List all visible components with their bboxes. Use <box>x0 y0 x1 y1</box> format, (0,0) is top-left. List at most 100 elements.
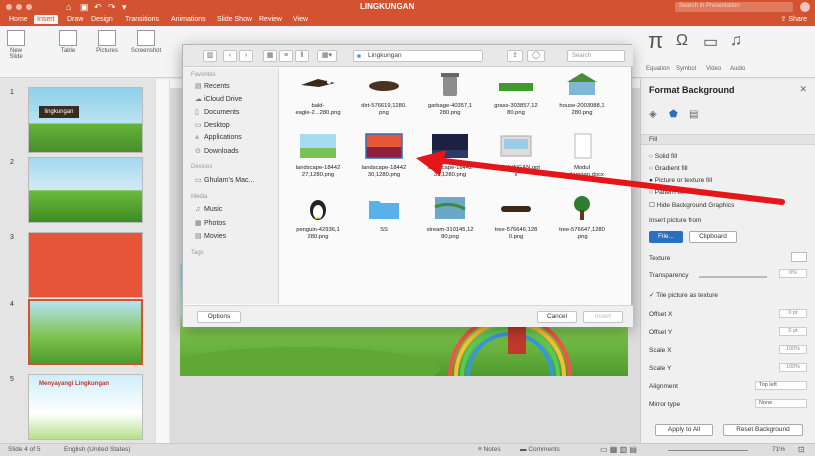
picture-tab-icon[interactable]: ▤ <box>689 109 698 120</box>
sidebar-item-icloud[interactable]: ☁ iCloud Drive <box>195 95 242 103</box>
minimize-window-button[interactable] <box>16 4 22 10</box>
dialog-search-input[interactable]: Search <box>567 50 625 62</box>
equation-icon[interactable]: π <box>648 28 663 54</box>
fill-section-header[interactable]: Fill <box>641 134 815 145</box>
location-select[interactable]: ■ Lingkungan <box>353 50 483 62</box>
effects-tab-icon[interactable]: ⬟ <box>669 109 678 120</box>
tile-checkbox[interactable]: ✓ Tile picture as texture <box>649 291 718 299</box>
file-button[interactable]: File... <box>649 231 683 243</box>
scale-x-field[interactable]: 100% <box>779 345 807 354</box>
new-slide-button[interactable]: New Slide <box>4 30 28 60</box>
zoom-window-button[interactable] <box>26 4 32 10</box>
zoom-slider[interactable] <box>668 450 748 451</box>
sidebar-item-downloads[interactable]: ⊙ Downloads <box>195 147 239 155</box>
tab-view[interactable]: View <box>290 15 311 24</box>
file-name: garbage-40357,1 280.png <box>427 103 473 116</box>
file-item[interactable]: grass-303857,12 80.png <box>487 71 545 117</box>
alignment-select[interactable]: Top left <box>755 381 807 390</box>
clipboard-button[interactable]: Clipboard <box>689 231 737 243</box>
sidebar-item-desktop[interactable]: ▭ Desktop <box>195 121 230 129</box>
table-button[interactable]: Table <box>56 30 80 54</box>
tab-transitions[interactable]: Transitions <box>122 15 162 24</box>
list-view-icon[interactable]: ≡ <box>279 50 293 62</box>
fill-tab-icon[interactable]: ◈ <box>649 109 657 120</box>
file-name: grass-303857,12 80.png <box>494 103 538 116</box>
transparency-field[interactable]: 0% <box>779 269 807 278</box>
table-icon <box>59 30 77 46</box>
user-avatar[interactable] <box>800 2 810 12</box>
transparency-slider[interactable] <box>699 276 767 278</box>
zoom-level[interactable]: 71% <box>772 446 785 453</box>
options-button[interactable]: Options <box>197 311 241 323</box>
share-button[interactable]: ⇪ Share <box>781 15 808 23</box>
redo-icon[interactable]: ↷ <box>108 2 116 13</box>
thumb-number: 1 <box>10 89 14 96</box>
cancel-button[interactable]: Cancel <box>537 311 577 323</box>
reset-background-button[interactable]: Reset Background <box>723 424 803 436</box>
share-icon[interactable]: ⇪ <box>507 50 523 62</box>
slide-thumbnail-2[interactable] <box>28 157 143 223</box>
tab-animations[interactable]: Animations <box>168 15 209 24</box>
offset-x-field[interactable]: 0 pt <box>779 309 807 318</box>
symbol-icon[interactable]: Ω <box>676 32 688 50</box>
comments-button[interactable]: ▬ Comments <box>520 446 560 453</box>
close-icon[interactable]: ✕ <box>799 84 807 95</box>
screenshot-button[interactable]: Screenshot <box>126 30 166 54</box>
search-presentation-input[interactable]: Search in Presentation <box>675 2 793 12</box>
file-item[interactable]: SS <box>355 195 413 234</box>
notes-button[interactable]: ≡ Notes <box>478 446 501 453</box>
sidebar-toggle-icon[interactable]: ▥ <box>203 50 217 62</box>
close-window-button[interactable] <box>6 4 12 10</box>
dialog-sidebar: Favorites ▤ Recents ☁ iCloud Drive ▯ Docume… <box>183 68 279 304</box>
texture-label: Texture <box>649 255 671 262</box>
mirror-select[interactable]: None <box>755 399 807 408</box>
sidebar-item-movies[interactable]: ▤ Movies <box>195 232 226 240</box>
file-item[interactable]: bald- eagle-2...280.png <box>289 71 347 117</box>
slide-thumbnail-3[interactable] <box>28 232 143 298</box>
sidebar-item-music[interactable]: ♫ Music <box>195 206 222 213</box>
desktop-icon: ▭ <box>195 122 202 129</box>
texture-picker[interactable] <box>791 252 807 262</box>
tab-insert[interactable]: Insert <box>34 15 58 24</box>
scale-y-field[interactable]: 100% <box>779 363 807 372</box>
file-item[interactable]: house-2003088,1 280.png <box>553 71 611 117</box>
insert-button[interactable]: Insert <box>583 311 623 323</box>
sidebar-item-applications[interactable]: ⩓ Applications <box>195 134 242 142</box>
tab-home[interactable]: Home <box>6 15 31 24</box>
tag-icon[interactable]: ◯ <box>527 50 545 62</box>
save-icon[interactable]: ▣ <box>80 2 89 13</box>
file-item[interactable]: landscape-18442 27,1280.png <box>289 133 347 179</box>
home-icon[interactable]: ⌂ <box>66 2 71 12</box>
slide-thumbnail-4[interactable] <box>28 299 143 365</box>
file-item[interactable]: landscape-18442 30,1280.png <box>355 133 413 179</box>
tab-draw[interactable]: Draw <box>64 15 86 24</box>
icon-view-icon[interactable]: ▦ <box>263 50 277 62</box>
sidebar-item-recents[interactable]: ▤ Recents <box>195 82 230 90</box>
sidebar-item-photos[interactable]: ▦ Photos <box>195 219 226 227</box>
view-buttons[interactable]: ▭ ▦ ▥ ▤ <box>600 445 637 454</box>
tab-slide-show[interactable]: Slide Show <box>214 15 255 24</box>
arrange-icon[interactable]: ▦▾ <box>317 50 337 62</box>
audio-icon[interactable]: ♫ <box>730 32 742 50</box>
screenshot-label: Screenshot <box>130 48 162 54</box>
tab-review[interactable]: Review <box>256 15 285 24</box>
apply-to-all-button[interactable]: Apply to All <box>655 424 713 436</box>
offset-y-field[interactable]: 0 pt <box>779 327 807 336</box>
file-item[interactable]: dirt-576619,1280. png <box>355 71 413 117</box>
language-indicator[interactable]: English (United States) <box>64 446 130 453</box>
fit-slide-icon[interactable]: ⊡ <box>798 445 805 454</box>
slide-thumbnail-1[interactable]: lingkungan <box>28 87 143 153</box>
back-icon[interactable]: ‹ <box>223 50 237 62</box>
header-footer-icon[interactable]: ▭ <box>703 32 718 52</box>
forward-icon[interactable]: › <box>239 50 253 62</box>
pictures-button[interactable]: Pictures <box>92 30 122 54</box>
slide-thumbnail-5[interactable]: Menyayangi Lingkungan <box>28 374 143 440</box>
tab-design[interactable]: Design <box>88 15 116 24</box>
sidebar-item-mac[interactable]: ▭ Ghulam's Mac... <box>195 176 254 184</box>
customize-icon[interactable]: ▾ <box>122 2 127 13</box>
undo-icon[interactable]: ↶ <box>94 2 102 13</box>
column-view-icon[interactable]: ⫴ <box>295 50 309 62</box>
sidebar-item-documents[interactable]: ▯ Documents <box>195 108 239 116</box>
file-item[interactable]: garbage-40357,1 280.png <box>421 71 479 117</box>
file-item[interactable]: penguin-42936,1 280.png <box>289 195 347 241</box>
